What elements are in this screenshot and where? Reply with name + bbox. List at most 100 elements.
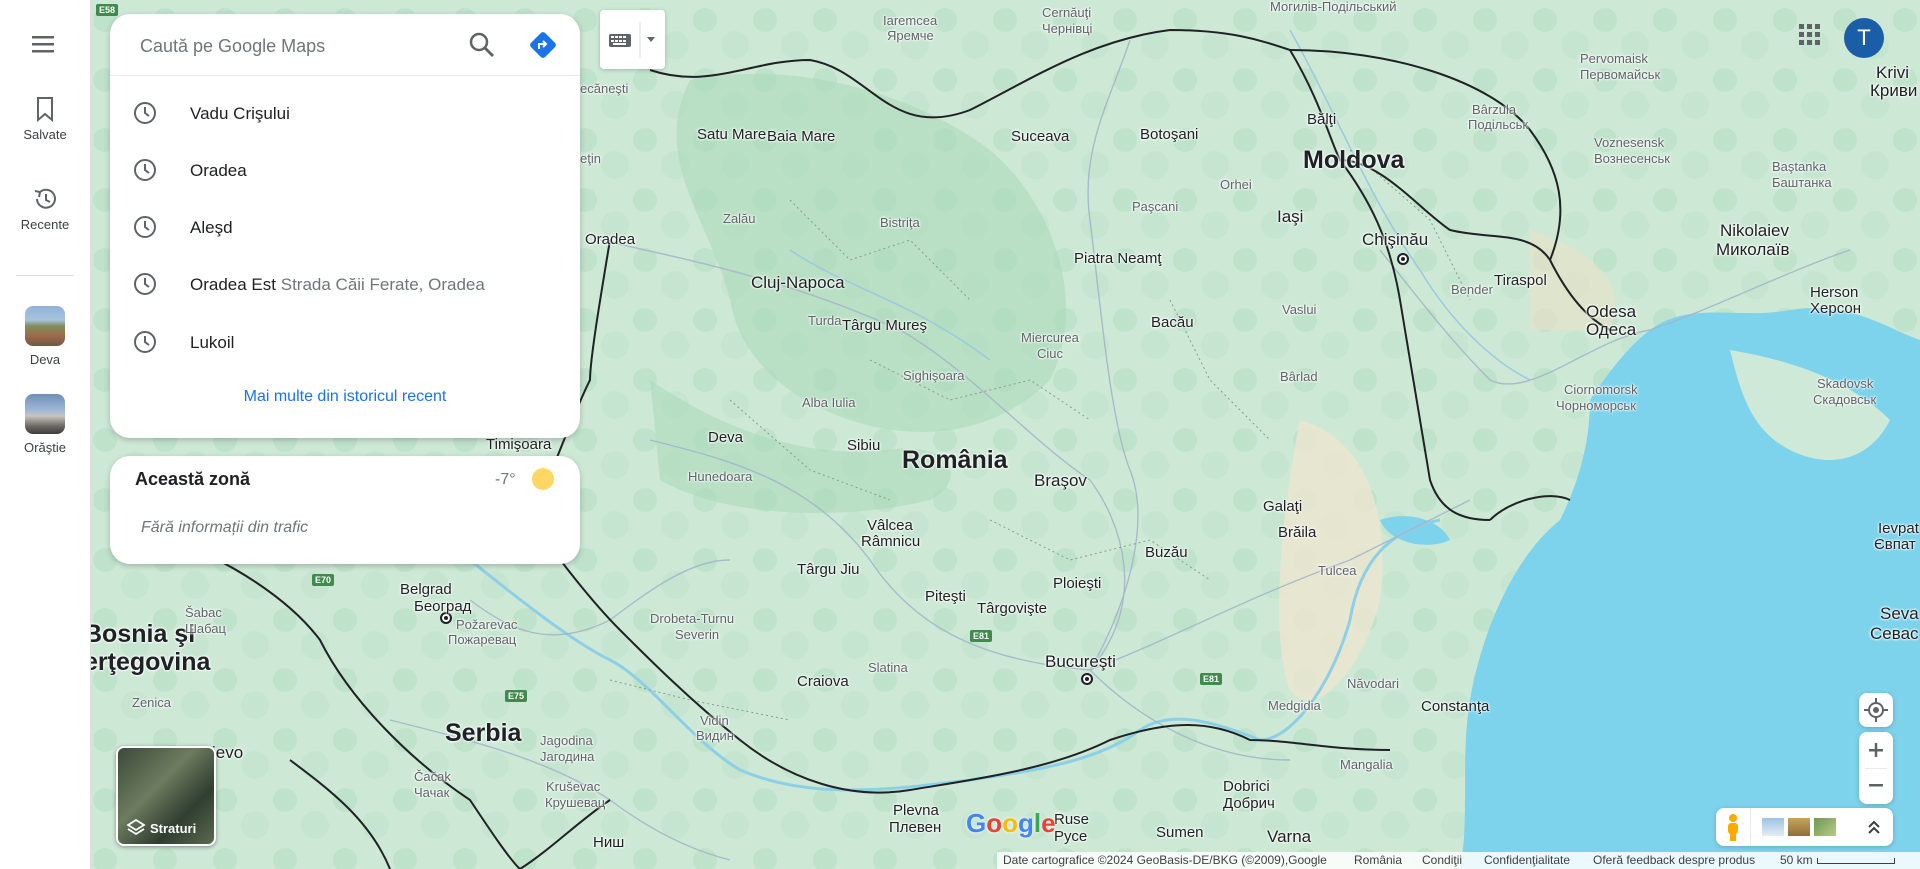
country-label: erţegovina: [90, 648, 211, 676]
country-link[interactable]: România: [1354, 853, 1402, 867]
town-label: Cernăuţi: [1042, 5, 1092, 20]
search-input[interactable]: [138, 32, 462, 60]
city-label: Херсон: [1810, 300, 1861, 317]
imagery-thumb[interactable]: [1788, 818, 1810, 836]
layers-icon: [126, 818, 146, 836]
recent-button[interactable]: Recente: [0, 185, 90, 232]
left-rail: Salvate Recente Deva Orăştie: [0, 0, 91, 869]
directions-icon: [530, 32, 556, 58]
history-icon: [34, 188, 56, 209]
road-shield: E70: [312, 574, 335, 586]
city-label: Миколаїв: [1716, 240, 1790, 259]
zoom-controls: [1859, 732, 1893, 804]
history-item-name: Lukoil: [190, 333, 235, 352]
saved-button[interactable]: Salvate: [0, 95, 90, 142]
terms-link[interactable]: Condiţii: [1422, 853, 1462, 867]
town-label: Пожаревац: [448, 632, 517, 647]
history-item[interactable]: Oradea: [110, 141, 580, 198]
city-label: Ploieşti: [1053, 575, 1102, 592]
city-label: Plevna: [893, 802, 939, 819]
city-label: Târgu Mureş: [842, 317, 928, 334]
town-label: Zalău: [723, 211, 756, 226]
town-label: Чачак: [414, 785, 450, 800]
temperature: -7°: [495, 471, 516, 488]
history-item[interactable]: Oradea Est Strada Căii Ferate, Oradea: [110, 255, 580, 312]
country-label: Serbia: [445, 719, 522, 747]
city-label: Seva: [1880, 604, 1919, 623]
city-label: Ниш: [593, 834, 625, 851]
map-data-attribution: Date cartografice ©2024 GeoBasis-DE/BKG …: [1003, 853, 1327, 867]
area-info-card[interactable]: Această zonă -7° Fără informații din tra…: [110, 456, 580, 564]
history-item-name: Aleşd: [190, 218, 233, 237]
town-label: Чернівці: [1042, 21, 1093, 36]
imagery-thumb[interactable]: [1814, 818, 1836, 836]
town-label: Orhei: [1220, 177, 1252, 192]
town-label: Čačak: [414, 769, 451, 784]
town-label: Baştanka: [1772, 159, 1827, 174]
recent-label: Recente: [20, 217, 70, 232]
search-button[interactable]: [467, 30, 497, 60]
scale-label[interactable]: 50 km: [1780, 853, 1813, 867]
clock-icon: [134, 216, 156, 238]
city-label: Bacău: [1151, 314, 1194, 331]
history-item[interactable]: Lukoil: [110, 313, 580, 370]
city-label: Cluj-Napoca: [751, 273, 845, 292]
zoom-out-button[interactable]: [1859, 768, 1893, 804]
minus-icon: [1869, 784, 1883, 787]
city-label: Sumen: [1156, 824, 1204, 841]
apps-button[interactable]: [1797, 22, 1821, 51]
zoom-in-button[interactable]: [1859, 732, 1893, 768]
privacy-link[interactable]: Confidenţialitate: [1484, 853, 1570, 867]
place-thumbnail: [25, 394, 65, 434]
city-label: Iaşi: [1277, 207, 1304, 226]
city-label: Плевен: [889, 819, 942, 836]
imagery-thumb[interactable]: [1762, 818, 1784, 836]
city-label: Galaţi: [1263, 498, 1303, 515]
account-avatar[interactable]: T: [1844, 18, 1884, 58]
double-chevron-up-icon: [1868, 820, 1880, 834]
my-location-button[interactable]: [1859, 693, 1893, 727]
town-label: Баштанка: [1772, 175, 1832, 190]
capital-marker-chisinau: [1397, 253, 1409, 265]
city-label: Одеса: [1586, 320, 1637, 339]
google-logo: Google: [966, 808, 1056, 838]
rail-divider: [16, 275, 74, 276]
feedback-link[interactable]: Oferă feedback despre produs: [1593, 853, 1755, 867]
town-label: Turda: [808, 313, 842, 328]
history-item-name: Vadu Crişului: [190, 104, 290, 123]
expand-button[interactable]: [1864, 817, 1884, 837]
town-label: Pervomaisk: [1580, 51, 1648, 66]
city-label: Bălţi: [1307, 111, 1337, 128]
search-icon: [469, 32, 494, 57]
layers-label: Straturi: [150, 821, 197, 836]
input-tools[interactable]: [600, 10, 665, 69]
town-label: Miercurea: [1021, 330, 1079, 345]
recent-place-deva[interactable]: Deva: [0, 306, 90, 367]
city-label: Baia Mare: [767, 128, 836, 145]
pegman-icon: [1728, 814, 1738, 841]
city-label: Târgovişte: [977, 600, 1048, 617]
more-history-link[interactable]: Mai multe din istoricul recent: [110, 388, 580, 406]
recent-place-orastie[interactable]: Orăştie: [0, 394, 90, 455]
menu-button[interactable]: [29, 32, 57, 56]
city-label: Constanţa: [1421, 698, 1490, 715]
town-label: Tulcea: [1318, 563, 1357, 578]
town-label: Vidin: [700, 713, 729, 728]
saved-label: Salvate: [23, 127, 67, 142]
city-label: Belgrad: [400, 581, 452, 598]
place-thumbnail: [25, 306, 65, 346]
road-shield: E81: [1200, 673, 1223, 685]
city-label: Braşov: [1034, 471, 1087, 490]
road-shield: E75: [505, 690, 528, 702]
town-label: Ciornomorsk: [1564, 382, 1638, 397]
town-label: Скадовськ: [1813, 392, 1877, 407]
layers-button[interactable]: Straturi: [116, 746, 216, 846]
city-label: Deva: [708, 429, 744, 446]
directions-button[interactable]: [528, 30, 558, 60]
city-label: Севас: [1870, 624, 1919, 643]
clock-icon: [134, 159, 156, 181]
history-item[interactable]: Aleşd: [110, 198, 580, 255]
pegman-button[interactable]: [1716, 808, 1751, 846]
history-item[interactable]: Vadu Crişului: [110, 84, 580, 141]
city-label: Tiraspol: [1494, 272, 1547, 289]
